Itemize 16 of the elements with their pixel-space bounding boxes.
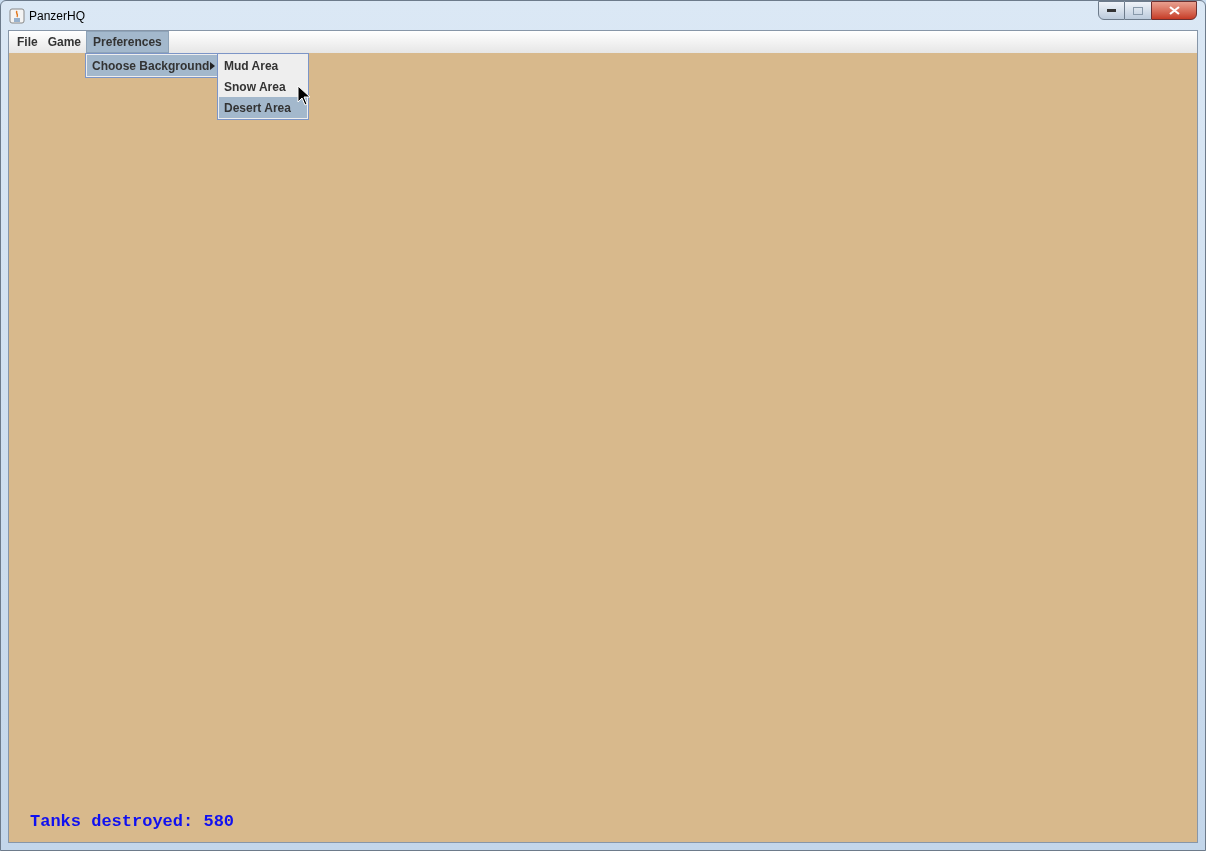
window-title: PanzerHQ xyxy=(29,7,86,25)
maximize-icon xyxy=(1133,6,1143,15)
score-counter: Tanks destroyed: 580 xyxy=(30,810,235,833)
close-icon xyxy=(1168,6,1180,15)
minimize-button[interactable] xyxy=(1098,1,1125,20)
maximize-button[interactable] xyxy=(1125,1,1151,20)
minimize-icon xyxy=(1107,9,1116,12)
mouse-cursor-icon xyxy=(297,85,311,107)
java-app-icon xyxy=(9,7,25,24)
menu-item[interactable]: Desert Area xyxy=(219,97,307,118)
menu-item[interactable]: Game xyxy=(42,31,87,53)
menu-item[interactable]: Preferences xyxy=(86,31,169,53)
menu-item[interactable]: Mud Area xyxy=(219,55,307,76)
close-button[interactable] xyxy=(1151,1,1197,20)
menu-item[interactable]: File xyxy=(12,31,43,53)
menu-item[interactable]: Choose Background xyxy=(87,55,217,76)
